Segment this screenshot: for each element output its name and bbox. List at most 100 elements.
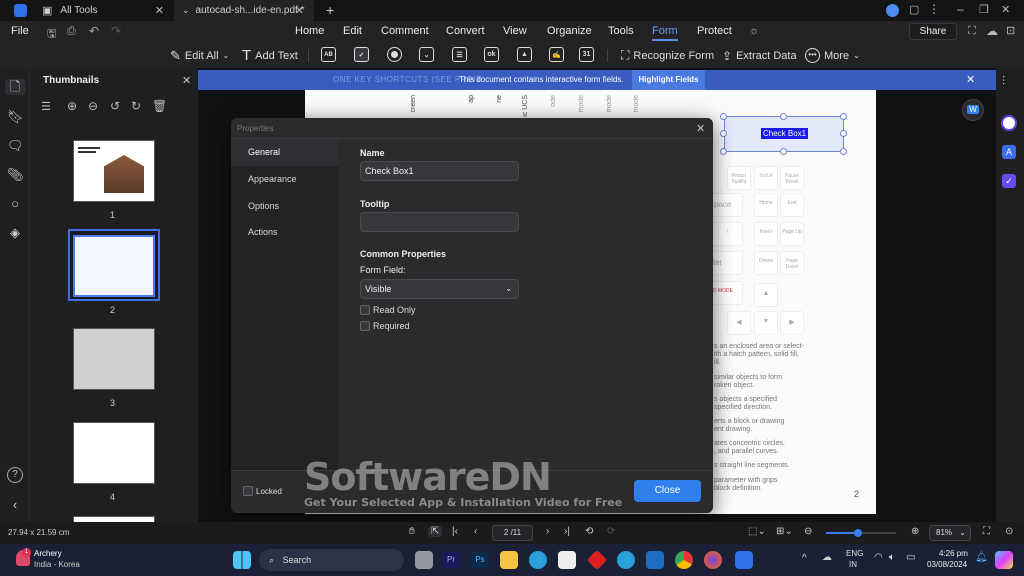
show-hidden-icons[interactable]: ^ (802, 553, 807, 564)
thumbnail-options-icon[interactable]: ☰ (41, 100, 51, 113)
select-tool-icon[interactable]: ⇱ (428, 526, 443, 537)
new-tab-button[interactable]: + (326, 2, 334, 18)
last-page-icon[interactable]: ›| (564, 526, 570, 537)
wifi-icon[interactable]: ◠ (874, 552, 883, 563)
tab-all-tools[interactable]: ▣ All Tools ✕ (34, 0, 174, 21)
collapse-left-icon[interactable]: ‹ (7, 497, 23, 513)
menu-tools[interactable]: Tools (608, 25, 634, 37)
zoom-slider-handle[interactable] (853, 529, 862, 537)
get-help-icon[interactable] (617, 551, 635, 569)
translate-icon[interactable]: A (1002, 145, 1016, 159)
fit-page-icon[interactable]: ⬚⌄ (748, 526, 766, 537)
page-thumbnail[interactable] (73, 422, 155, 484)
first-page-icon[interactable]: |‹ (452, 526, 458, 537)
page-number-input[interactable]: 2 /11 (492, 525, 533, 541)
menu-organize[interactable]: Organize (547, 25, 592, 37)
share-button[interactable]: Share (909, 23, 957, 40)
resize-handle[interactable] (840, 148, 847, 155)
recognize-form-button[interactable]: ⛶ Recognize Form (621, 46, 714, 65)
print-icon[interactable]: ⎙ (67, 25, 76, 38)
restore-button[interactable]: ❐ (979, 3, 989, 16)
page-thumbnail[interactable] (73, 328, 155, 390)
date-field-icon[interactable]: 31 (579, 47, 594, 62)
clock-date[interactable]: 03/08/2024 (927, 560, 967, 569)
feedback-icon[interactable]: ▢ (909, 3, 919, 16)
zoom-out-icon[interactable]: ⊖ (804, 526, 812, 537)
zoom-in-icon[interactable]: ⊕ (67, 99, 77, 113)
undo-icon[interactable]: ↶ (89, 24, 99, 38)
rotate-right-icon[interactable]: ↻ (131, 99, 141, 113)
notifications-bell-icon[interactable]: 🔔︎ (975, 552, 988, 563)
checkbox-field-icon[interactable]: ✓ (354, 47, 369, 62)
resize-handle[interactable] (780, 148, 787, 155)
close-tab-icon[interactable]: ✕ (155, 4, 164, 17)
next-page-icon[interactable]: › (546, 526, 549, 537)
nav-general[interactable]: General (231, 139, 338, 166)
close-banner-icon[interactable]: ✕ (966, 73, 975, 86)
convert-to-word-icon[interactable]: W (962, 99, 984, 121)
radio-button-icon[interactable] (387, 47, 402, 62)
resize-handle[interactable] (840, 130, 847, 137)
text-field-icon[interactable]: AB (321, 47, 336, 62)
properties-sliders-icon[interactable]: ⫶ (1002, 74, 1005, 89)
close-window-button[interactable]: ✕ (1001, 3, 1010, 16)
resize-handle[interactable] (720, 148, 727, 155)
pdfelement-icon[interactable] (735, 551, 753, 569)
clock-time[interactable]: 4:26 pm (939, 549, 968, 558)
edit-all-button[interactable]: ✎ Edit All ⌄ (170, 46, 229, 65)
extract-data-button[interactable]: ⇪ Extract Data (722, 46, 797, 65)
menu-view[interactable]: View (503, 25, 527, 37)
task-check-icon[interactable]: ✓ (1002, 174, 1016, 188)
task-view-icon[interactable] (415, 551, 433, 569)
menu-convert[interactable]: Convert (446, 25, 485, 37)
network-icon[interactable]: ⛶ (968, 25, 976, 38)
premiere-pro-icon[interactable]: Pr (442, 551, 460, 569)
ai-assistant-icon[interactable] (1001, 115, 1017, 131)
volume-icon[interactable]: 🔈︎ (889, 552, 895, 563)
close-tab-icon[interactable]: ✕ (295, 4, 304, 17)
comment-icon[interactable]: 🗨︎ (7, 138, 24, 154)
nav-appearance[interactable]: Appearance (231, 166, 338, 193)
add-text-button[interactable]: T Add Text (242, 46, 298, 65)
signature-field-icon[interactable]: ✍ (549, 47, 564, 62)
menu-file[interactable]: File (11, 25, 29, 37)
layers-icon[interactable]: ◈ (7, 225, 23, 241)
firefox-icon[interactable] (704, 551, 722, 569)
copilot-icon[interactable] (995, 551, 1013, 569)
dialog-title-bar[interactable]: Properties ✕ (231, 118, 713, 139)
red-app-icon[interactable] (586, 549, 608, 571)
locked-checkbox[interactable] (243, 486, 253, 496)
collapse-ribbon-icon[interactable]: ⊡ (1006, 24, 1015, 37)
bookmark-icon[interactable]: 🔖︎ (7, 109, 24, 125)
delete-page-icon[interactable]: 🗑︎ (152, 99, 167, 113)
file-explorer-icon[interactable] (500, 551, 518, 569)
form-field-select[interactable]: Visible ⌄ (360, 279, 519, 299)
resize-handle[interactable] (720, 130, 727, 137)
resize-handle[interactable] (780, 113, 787, 120)
button-field-icon[interactable]: ok (484, 47, 499, 62)
resize-handle[interactable] (840, 113, 847, 120)
outlook-icon[interactable] (646, 551, 664, 569)
image-field-icon[interactable]: ▲ (517, 47, 532, 62)
dropdown-field-icon[interactable]: ⌄ (419, 47, 434, 62)
tab-document[interactable]: ⌄ autocad-sh...ide-en.pdf * ✕ (174, 0, 314, 21)
zoom-level-select[interactable]: 81% ⌄ (929, 525, 971, 541)
edge-icon[interactable] (529, 551, 547, 569)
page-thumbnail[interactable] (73, 140, 155, 202)
rotate-view-icon[interactable]: ⟲ (585, 526, 593, 537)
cloud-upload-icon[interactable]: ☁ (986, 24, 998, 38)
photoshop-icon[interactable]: Ps (471, 551, 489, 569)
dialog-close-icon[interactable]: ✕ (696, 122, 705, 135)
zoom-slider[interactable] (826, 529, 896, 537)
rotate-left-icon[interactable]: ↺ (110, 99, 120, 113)
kebab-menu-icon[interactable]: ⋮ (928, 2, 940, 16)
minimize-button[interactable]: – (957, 2, 964, 16)
menu-edit[interactable]: Edit (343, 25, 362, 37)
redo-icon[interactable]: ↷ (111, 24, 121, 38)
battery-icon[interactable]: ▭ (906, 552, 915, 563)
lightbulb-icon[interactable]: ☼ (749, 25, 759, 37)
page-thumbnail[interactable] (73, 235, 155, 297)
save-icon[interactable]: 🖫 (47, 25, 56, 44)
previous-page-icon[interactable]: ‹ (474, 526, 477, 537)
page-thumbnails-icon[interactable]: 🗋 (5, 79, 25, 95)
